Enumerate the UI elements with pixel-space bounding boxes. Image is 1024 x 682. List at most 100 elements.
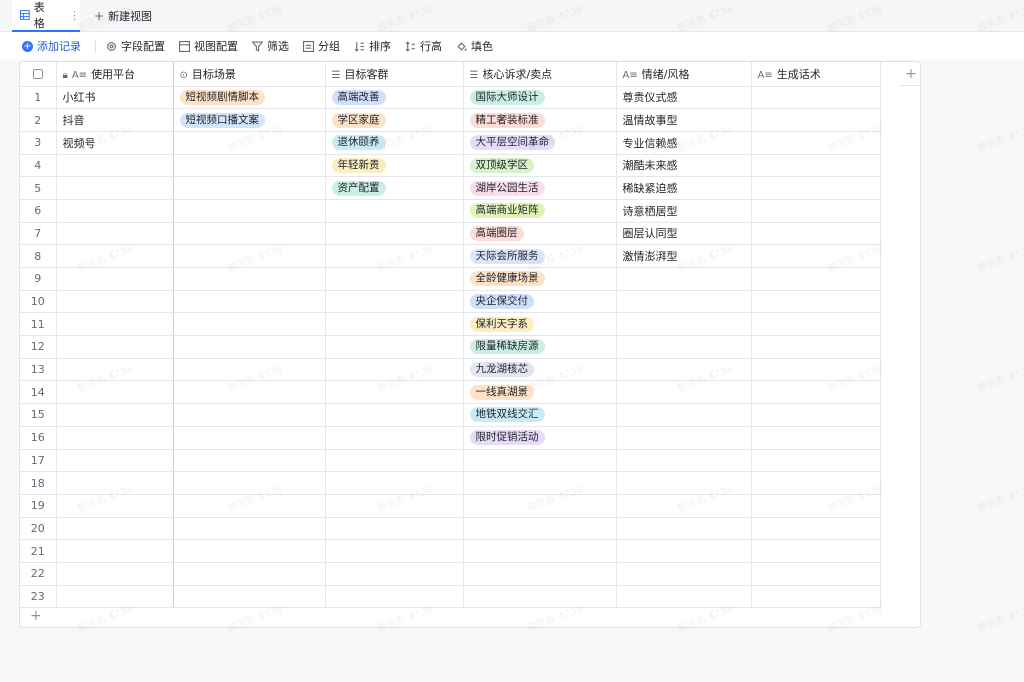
- cell-scene[interactable]: [173, 222, 326, 246]
- cell-platform[interactable]: [56, 244, 174, 268]
- cell-mood[interactable]: [616, 539, 752, 563]
- cell-mood[interactable]: 稀缺紧迫感: [616, 176, 752, 200]
- cell-scene[interactable]: [173, 131, 326, 155]
- cell-platform[interactable]: 小红书: [56, 86, 174, 110]
- table-row[interactable]: 16 限时促销活动: [20, 426, 881, 450]
- cell-mood[interactable]: [616, 494, 752, 518]
- cell-script[interactable]: [751, 517, 881, 541]
- table-row[interactable]: 14 一线真湖景: [20, 380, 881, 405]
- cell-mood[interactable]: 专业信赖感: [616, 131, 752, 155]
- cell-selling[interactable]: [463, 539, 617, 563]
- cell-scene[interactable]: 短视频口播文案: [173, 108, 326, 132]
- new-view-button[interactable]: + 新建视图: [94, 0, 152, 32]
- cell-scene[interactable]: [173, 358, 326, 382]
- cell-selling[interactable]: 九龙湖核芯: [463, 358, 617, 382]
- table-row[interactable]: 7 高端圈层 圈层认同型: [20, 222, 881, 246]
- column-header-platform[interactable]: 🔒︎ A≡ 使用平台: [56, 62, 174, 87]
- cell-audience[interactable]: 资产配置: [325, 176, 464, 200]
- cell-scene[interactable]: [173, 449, 326, 473]
- cell-script[interactable]: [751, 154, 881, 178]
- table-row[interactable]: 5 资产配置 湖岸公园生活 稀缺紧迫感: [20, 176, 881, 200]
- cell-scene[interactable]: [173, 290, 326, 314]
- cell-scene[interactable]: [173, 403, 326, 427]
- cell-platform[interactable]: [56, 517, 174, 541]
- cell-selling[interactable]: 高端商业矩阵: [463, 199, 617, 223]
- cell-audience[interactable]: [325, 562, 464, 586]
- cell-audience[interactable]: [325, 380, 464, 405]
- cell-script[interactable]: [751, 312, 881, 337]
- cell-audience[interactable]: [325, 517, 464, 541]
- cell-audience[interactable]: [325, 539, 464, 563]
- cell-scene[interactable]: [173, 380, 326, 405]
- cell-platform[interactable]: [56, 290, 174, 314]
- cell-script[interactable]: [751, 199, 881, 223]
- cell-script[interactable]: [751, 449, 881, 473]
- cell-audience[interactable]: [325, 449, 464, 473]
- cell-selling[interactable]: 湖岸公园生活: [463, 176, 617, 200]
- cell-audience[interactable]: [325, 312, 464, 337]
- cell-mood[interactable]: [616, 449, 752, 473]
- row-height-button[interactable]: 行高: [405, 38, 442, 54]
- table-row[interactable]: 18: [20, 471, 881, 495]
- cell-selling[interactable]: 央企保交付: [463, 290, 617, 314]
- column-header-script[interactable]: A≡ 生成话术: [751, 62, 881, 87]
- table-row[interactable]: 9 全龄健康场景: [20, 267, 881, 291]
- cell-mood[interactable]: 激情澎湃型: [616, 244, 752, 268]
- cell-platform[interactable]: [56, 449, 174, 473]
- field-config-button[interactable]: 字段配置: [106, 38, 165, 54]
- more-icon[interactable]: ⋮: [69, 9, 80, 22]
- table-row[interactable]: 6 高端商业矩阵 诗意栖居型: [20, 199, 881, 223]
- view-config-button[interactable]: 视图配置: [179, 38, 238, 54]
- cell-platform[interactable]: 抖音: [56, 108, 174, 132]
- cell-audience[interactable]: [325, 585, 464, 609]
- cell-selling[interactable]: 大平层空间革命: [463, 131, 617, 155]
- cell-mood[interactable]: [616, 517, 752, 541]
- cell-selling[interactable]: 一线真湖景: [463, 380, 617, 405]
- table-row[interactable]: 1 小红书 短视频剧情脚本 高端改善 国际大师设计 尊贵仪式感: [20, 86, 881, 110]
- cell-mood[interactable]: [616, 267, 752, 291]
- cell-script[interactable]: [751, 426, 881, 450]
- cell-selling[interactable]: 全龄健康场景: [463, 267, 617, 291]
- cell-selling[interactable]: 限时促销活动: [463, 426, 617, 450]
- cell-scene[interactable]: [173, 539, 326, 563]
- cell-selling[interactable]: 限量稀缺房源: [463, 335, 617, 359]
- cell-selling[interactable]: 保利天字系: [463, 312, 617, 337]
- cell-audience[interactable]: [325, 471, 464, 495]
- cell-script[interactable]: [751, 244, 881, 268]
- table-row[interactable]: 13 九龙湖核芯: [20, 358, 881, 382]
- cell-audience[interactable]: 退休颐养: [325, 131, 464, 155]
- cell-platform[interactable]: [56, 222, 174, 246]
- cell-script[interactable]: [751, 380, 881, 405]
- cell-platform[interactable]: [56, 154, 174, 178]
- cell-script[interactable]: [751, 585, 881, 609]
- sort-button[interactable]: 排序: [354, 38, 391, 54]
- cell-selling[interactable]: [463, 585, 617, 609]
- cell-platform[interactable]: [56, 426, 174, 450]
- cell-selling[interactable]: 双顶级学区: [463, 154, 617, 178]
- cell-script[interactable]: [751, 471, 881, 495]
- table-row[interactable]: 2 抖音 短视频口播文案 学区家庭 精工奢装标准 温情故事型: [20, 108, 881, 132]
- cell-mood[interactable]: 尊贵仪式感: [616, 86, 752, 110]
- cell-scene[interactable]: [173, 335, 326, 359]
- cell-scene[interactable]: [173, 471, 326, 495]
- add-row-button[interactable]: +: [30, 608, 42, 624]
- cell-selling[interactable]: 天际会所服务: [463, 244, 617, 268]
- cell-mood[interactable]: [616, 380, 752, 405]
- cell-script[interactable]: [751, 358, 881, 382]
- cell-selling[interactable]: 精工奢装标准: [463, 108, 617, 132]
- table-row[interactable]: 3 视频号 退休颐养 大平层空间革命 专业信赖感: [20, 131, 881, 155]
- cell-scene[interactable]: [173, 494, 326, 518]
- cell-audience[interactable]: [325, 426, 464, 450]
- cell-selling[interactable]: 国际大师设计: [463, 86, 617, 110]
- cell-platform[interactable]: [56, 403, 174, 427]
- cell-scene[interactable]: [173, 176, 326, 200]
- table-row[interactable]: 10 央企保交付: [20, 290, 881, 314]
- table-row[interactable]: 4 年轻新贵 双顶级学区 潮酷未来感: [20, 154, 881, 178]
- cell-scene[interactable]: [173, 517, 326, 541]
- cell-audience[interactable]: [325, 335, 464, 359]
- cell-platform[interactable]: [56, 494, 174, 518]
- table-row[interactable]: 17: [20, 449, 881, 473]
- cell-platform[interactable]: [56, 358, 174, 382]
- table-row[interactable]: 23: [20, 585, 881, 609]
- cell-script[interactable]: [751, 562, 881, 586]
